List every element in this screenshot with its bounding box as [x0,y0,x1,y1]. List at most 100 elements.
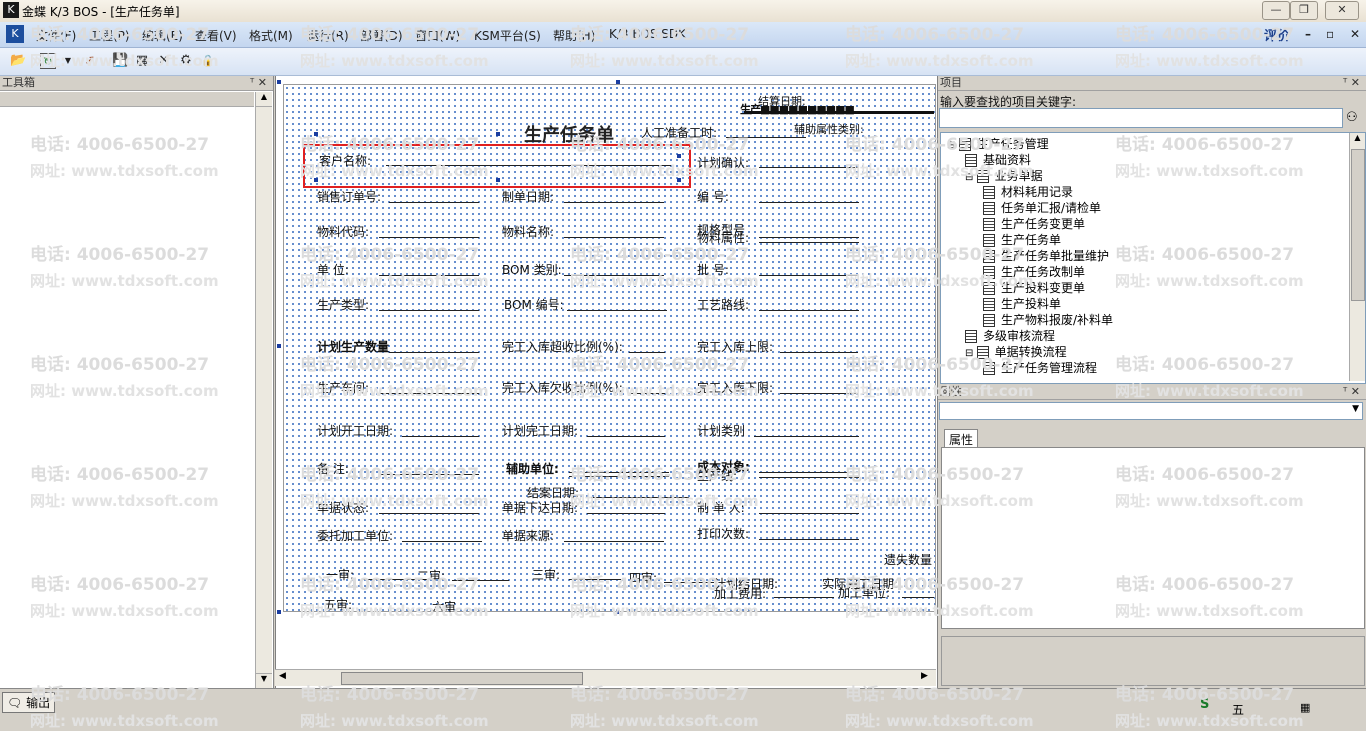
scroll-right-icon[interactable]: ▶ [921,671,928,681]
canvas-handle[interactable] [616,610,620,614]
canvas-handle[interactable] [277,610,281,614]
label-plan-category[interactable]: 计划类别 [697,422,745,439]
label-loss-qty[interactable]: 遗失数量 [884,551,932,568]
label-labor-hours[interactable]: 人工准备工时: [641,124,717,141]
menu-window[interactable]: 窗口(W) [415,27,460,44]
resize-handle[interactable] [677,178,681,182]
label-sales-order[interactable]: 销售订单号: [317,188,381,205]
label-customer[interactable]: 客户名称: [319,152,371,169]
tree-scrollbar[interactable]: ▲ [1349,133,1365,381]
label-outsource[interactable]: 委托加工单位: [317,527,393,544]
label-print-count[interactable]: 打印次数: [697,525,749,542]
open-folder-icon[interactable]: 📂 [10,53,26,69]
canvas-handle[interactable] [277,344,281,348]
canvas-handle[interactable] [616,80,620,84]
resize-handle[interactable] [677,154,681,158]
label-bom-no[interactable]: BOM 编号: [504,296,564,313]
label-prod-type[interactable]: 生产类型: [317,296,369,313]
publish-icon[interactable]: ➚ [82,53,98,69]
tree-item[interactable]: 生产投料变更单 [983,279,1085,296]
lock-icon[interactable]: 🔒 [200,53,216,69]
tree-item[interactable]: 生产投料单 [983,295,1061,312]
label-code-no[interactable]: 编 号: [697,188,729,205]
menu-file[interactable]: 文件(F) [36,27,76,44]
scroll-thumb[interactable] [1351,149,1365,301]
tree-item[interactable]: 生产任务单 [983,231,1061,248]
mdi-restore-button[interactable]: ▫ [1326,27,1334,41]
label-audit-1[interactable]: 一审: [326,566,354,583]
mdi-doc-icon[interactable]: K [6,25,24,43]
canvas-handle[interactable] [277,80,281,84]
label-material-code[interactable]: 物料代码: [317,223,369,240]
label-plan-qty[interactable]: 计划生产数量 [317,338,389,355]
tree-item[interactable]: 生产任务管理流程 [983,359,1097,376]
ime-icon[interactable]: S [1200,697,1209,712]
label-status[interactable]: 单据状态: [317,499,369,516]
label-under-ratio[interactable]: 完工入库欠收比例(%): [502,379,623,396]
resize-handle[interactable] [496,132,500,136]
menu-ksm[interactable]: KSM平台(S) [474,27,541,44]
project-pin-icon[interactable]: ᵀ ✕ [1343,76,1360,90]
label-plan-confirm[interactable]: 计划确认: [697,154,749,171]
binoculars-icon[interactable]: ⚇ [1346,110,1358,125]
label-audit-6[interactable]: 六审 [432,598,456,615]
properties-grid[interactable] [941,447,1365,629]
tree-item[interactable]: ⊟ 业务单据 [965,167,1043,184]
canvas-h-scrollbar[interactable]: ◀ ▶ [275,669,936,686]
label-aux-unit[interactable]: 辅助单位: [506,460,559,477]
tree-item[interactable]: 生产物料报废/补料单 [983,311,1113,328]
label-prod-line[interactable]: 生产线: [697,467,737,484]
resize-handle[interactable] [314,132,318,136]
scroll-left-icon[interactable]: ◀ [279,671,286,681]
tree-item[interactable]: 基础资料 [965,151,1031,168]
label-finish-date[interactable]: 计划完工日期: [502,422,578,439]
tab-properties[interactable]: 属性 [944,429,979,449]
label-made-date[interactable]: 制单日期: [502,188,554,205]
tree-item[interactable]: ⊟ 生产任务管理 [947,135,1049,152]
tree-item[interactable]: 生产任务变更单 [983,215,1085,232]
menu-project[interactable]: 工程(P) [89,27,130,44]
toolbox-category[interactable] [0,92,254,107]
tree-item[interactable]: 生产任务改制单 [983,263,1085,280]
label-start-date[interactable]: 计划开工日期: [317,422,393,439]
label-maker[interactable]: 制 单 人: [697,499,745,516]
rate-link[interactable]: 评价 [1264,25,1290,44]
menu-help[interactable]: 帮助(H) [553,27,595,44]
label-audit-3[interactable]: 三审: [532,566,560,583]
scroll-down-icon[interactable]: ▼ [256,673,272,688]
label-source[interactable]: 单据来源: [502,527,554,544]
tree-item[interactable]: 生产任务单批量维护 [983,247,1109,264]
minimize-button[interactable]: — [1262,1,1290,20]
label-audit-4[interactable]: 四审: [629,569,657,586]
label-route[interactable]: 工艺路线: [697,296,749,313]
label-audit-2[interactable]: 二审: [417,567,445,584]
resize-handle[interactable] [314,178,318,182]
resize-handle[interactable] [496,178,500,182]
scroll-up-icon[interactable]: ▲ [256,92,272,107]
collapse-icon[interactable]: ⊟ [965,172,977,183]
mdi-close-button[interactable]: ✕ [1350,27,1360,41]
dropdown-arrow-icon[interactable]: ▼ [60,53,76,69]
mdi-minimize-button[interactable]: – [1305,27,1311,41]
form-design-surface[interactable]: 结算日期: 生产■■■■■■■■■■ 辅助属性类别: 生产任务单 人工准备工时:… [283,84,936,615]
label-proc-unit[interactable]: 加工单位: [838,584,890,601]
keyboard-icon[interactable]: ▦ [1300,701,1310,714]
delete-doc-icon[interactable]: ▦ [134,53,150,69]
save-icon[interactable]: 💾 [112,53,128,69]
menu-view[interactable]: 查看(V) [195,27,237,44]
tree-item[interactable]: ⊟ 单据转换流程 [965,343,1067,360]
label-workshop[interactable]: 生产车间: [317,379,369,396]
properties-icon[interactable]: ⚙ [178,53,194,69]
delete-icon[interactable]: ✕ [156,53,172,69]
tree-item[interactable]: 任务单汇报/请检单 [983,199,1101,216]
tree-item[interactable]: 材料耗用记录 [983,183,1073,200]
label-upper-limit[interactable]: 完工入库上限: [697,338,773,355]
label-proc-cost[interactable]: 加工费用: [714,585,766,602]
close-button[interactable]: ✕ [1325,1,1359,20]
collapse-icon[interactable]: ⊟ [947,140,959,151]
menu-format[interactable]: 格式(M) [249,27,293,44]
menu-deploy[interactable]: 部署(D) [360,27,403,44]
label-issue-date[interactable]: 单据下达日期: [502,499,578,516]
label-remark[interactable]: 备 注: [317,460,349,477]
tree-item[interactable]: 多级审核流程 [965,327,1055,344]
